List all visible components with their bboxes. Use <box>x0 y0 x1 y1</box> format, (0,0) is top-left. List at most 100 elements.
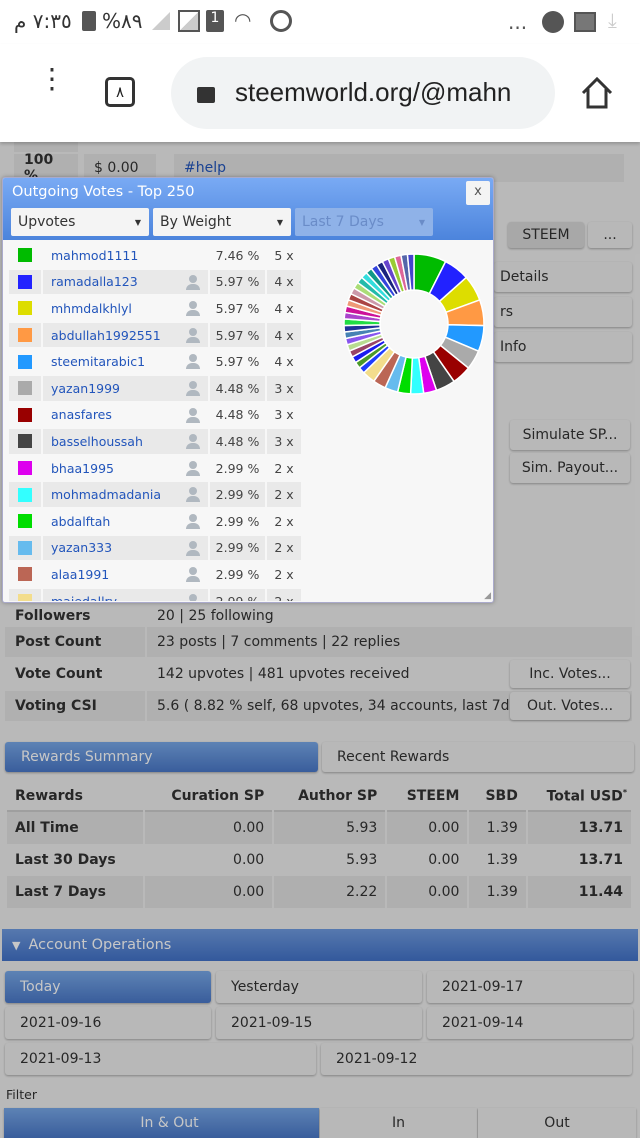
home-icon[interactable] <box>580 76 614 110</box>
signal-icon <box>178 10 200 32</box>
votes-list[interactable]: mahmod1111 7.46 % 5 x ramadalla123 5.97 … <box>3 240 301 601</box>
vote-pct: 2.99 % <box>210 482 265 507</box>
color-swatch <box>18 540 32 555</box>
color-swatch <box>18 328 32 343</box>
color-swatch <box>18 274 32 289</box>
vote-row[interactable]: alaa1991 2.99 % 2 x <box>9 561 301 588</box>
resize-handle[interactable]: ◢ <box>484 591 491 601</box>
tabs-button[interactable]: ٨ <box>105 77 135 107</box>
voter-link[interactable]: basselhoussah <box>51 434 143 449</box>
voter-link[interactable]: abdalftah <box>51 514 110 529</box>
vote-count: 2 x <box>267 562 301 587</box>
vote-row[interactable]: mahmod1111 7.46 % 5 x <box>9 242 301 269</box>
vote-count: 5 x <box>267 243 301 268</box>
vote-count: 2 x <box>267 455 301 481</box>
vote-row[interactable]: steemitarabic1 5.97 % 4 x <box>9 348 301 375</box>
vote-count: 4 x <box>267 349 301 374</box>
vote-pct: 5.97 % <box>210 349 265 374</box>
battery-icon <box>82 11 96 31</box>
image-icon <box>574 12 596 32</box>
voter-link[interactable]: anasfares <box>51 407 112 422</box>
download-icon: ⤓ <box>608 8 617 32</box>
vote-pct: 4.48 % <box>210 429 265 454</box>
vote-pct: 4.48 % <box>210 402 265 428</box>
vote-pct: 2.99 % <box>210 535 265 561</box>
url-text: steemworld.org/@mahn <box>235 77 512 107</box>
voter-link[interactable]: mhmdalkhlyl <box>51 301 132 316</box>
user-icon <box>186 381 200 396</box>
vote-row[interactable]: abdalftah 2.99 % 2 x <box>9 508 301 535</box>
user-icon <box>186 407 200 423</box>
caret-down-icon: ▼ <box>134 217 141 227</box>
battery-level: %٨٩ <box>102 9 143 33</box>
user-icon <box>186 514 200 529</box>
clock: ٧:٣٥ م <box>14 9 72 33</box>
vote-count: 2 x <box>267 535 301 561</box>
user-icon <box>186 460 200 476</box>
vote-row[interactable]: mohmadmadania 2.99 % 2 x <box>9 481 301 508</box>
address-bar[interactable]: steemworld.org/@mahn <box>171 57 555 129</box>
user-icon <box>186 354 200 370</box>
period-select[interactable]: Last 7 Days ▼ <box>295 208 433 236</box>
color-swatch <box>18 381 32 396</box>
signal-icon <box>152 12 170 30</box>
vote-pct: 7.46 % <box>210 243 265 268</box>
vote-row[interactable]: yazan1999 4.48 % 3 x <box>9 375 301 402</box>
vote-count: 3 x <box>267 402 301 428</box>
vote-pct: 2.99 % <box>210 562 265 587</box>
vote-count: 2 x <box>267 482 301 507</box>
voter-link[interactable]: abdullah1992551 <box>51 328 161 343</box>
user-icon <box>186 301 200 317</box>
vote-row[interactable]: bhaa1995 2.99 % 2 x <box>9 455 301 482</box>
voter-link[interactable]: ramadalla123 <box>51 274 138 289</box>
close-button[interactable]: x <box>466 181 490 205</box>
color-swatch <box>18 434 32 449</box>
color-swatch <box>18 407 32 422</box>
color-swatch <box>18 567 32 582</box>
vote-row[interactable]: basselhoussah 4.48 % 3 x <box>9 428 301 455</box>
color-swatch <box>18 594 32 601</box>
votes-donut-chart <box>343 253 485 395</box>
sim-icon: 1 <box>206 10 224 32</box>
vote-count: 4 x <box>267 269 301 295</box>
voter-link[interactable]: alaa1991 <box>51 567 109 582</box>
voter-link[interactable]: steemitarabic1 <box>51 354 145 369</box>
user-icon <box>186 593 200 601</box>
caret-down-icon: ▼ <box>276 217 283 227</box>
caret-down-icon: ▼ <box>418 217 425 227</box>
vote-type-select[interactable]: Upvotes ▼ <box>11 208 149 236</box>
alarm-icon <box>270 10 292 32</box>
vote-row[interactable]: mhmdalkhlyl 5.97 % 4 x <box>9 295 301 322</box>
sort-select[interactable]: By Weight ▼ <box>153 208 291 236</box>
voter-link[interactable]: mahmod1111 <box>51 248 138 263</box>
user-icon <box>186 567 200 583</box>
voter-link[interactable]: yazan1999 <box>51 381 120 396</box>
browser-toolbar: ⋮ ٨ steemworld.org/@mahn <box>0 44 640 142</box>
lock-icon <box>197 87 215 103</box>
voter-link[interactable]: bhaa1995 <box>51 461 114 476</box>
outgoing-votes-dialog: Outgoing Votes - Top 250 x Upvotes ▼ By W… <box>2 177 494 603</box>
wifi-icon: ◠ <box>234 8 252 32</box>
vote-count: 2 x <box>267 588 301 601</box>
color-swatch <box>18 248 32 263</box>
voter-link[interactable]: mohmadmadania <box>51 487 161 502</box>
user-icon <box>186 434 200 450</box>
dialog-header: Outgoing Votes - Top 250 x Upvotes ▼ By W… <box>3 178 493 240</box>
menu-icon[interactable]: ⋮ <box>38 65 66 93</box>
vote-pct: 5.97 % <box>210 269 265 295</box>
vote-row[interactable]: anasfares 4.48 % 3 x <box>9 402 301 429</box>
color-swatch <box>18 301 32 316</box>
voter-link[interactable]: yazan333 <box>51 540 112 555</box>
vote-row[interactable]: yazan333 2.99 % 2 x <box>9 535 301 562</box>
user-icon <box>186 327 200 343</box>
vote-row[interactable]: ramadalla123 5.97 % 4 x <box>9 269 301 296</box>
color-swatch <box>18 461 32 476</box>
vote-row[interactable]: majedallry 2.99 % 2 x <box>9 588 301 601</box>
voter-link[interactable]: majedallry <box>51 594 117 601</box>
vote-pct: 5.97 % <box>210 322 265 348</box>
vote-pct: 2.99 % <box>210 455 265 481</box>
user-icon <box>186 487 200 503</box>
vote-row[interactable]: abdullah1992551 5.97 % 4 x <box>9 322 301 349</box>
vote-pct: 4.48 % <box>210 376 265 401</box>
vote-pct: 2.99 % <box>210 588 265 601</box>
